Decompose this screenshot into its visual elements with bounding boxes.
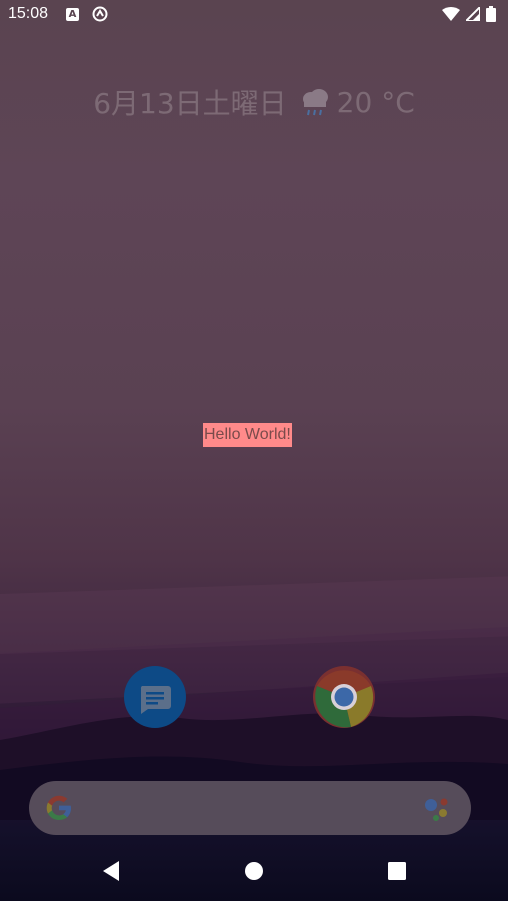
back-button[interactable] xyxy=(91,851,131,891)
battery-icon xyxy=(486,6,496,22)
recents-button[interactable] xyxy=(377,851,417,891)
messages-app-icon[interactable] xyxy=(124,666,186,728)
at-a-glance[interactable]: 6月13日土曜日 20 °C xyxy=(0,82,508,122)
hello-world-text: Hello World! xyxy=(203,423,292,447)
status-time: 15:08 xyxy=(8,5,49,22)
back-icon xyxy=(103,861,120,881)
home-screen: 15:08 A 6月13日土曜日 20 °C Hello World! xyxy=(0,0,508,901)
temperature-text: 20 °C xyxy=(336,85,415,119)
chrome-icon xyxy=(313,666,375,728)
status-bar: 15:08 A xyxy=(0,0,508,30)
home-button[interactable] xyxy=(234,851,274,891)
notification-a-icon: A xyxy=(66,8,79,21)
google-search-bar[interactable] xyxy=(29,781,471,835)
chrome-app-icon[interactable] xyxy=(313,666,375,728)
date-text[interactable]: 6月13日土曜日 xyxy=(93,82,286,122)
home-icon xyxy=(244,862,263,880)
rain-cloud-icon xyxy=(302,89,328,116)
sync-icon xyxy=(92,6,108,22)
status-icons xyxy=(442,6,496,22)
google-g-icon xyxy=(46,795,71,820)
navigation-bar xyxy=(0,841,508,901)
signal-icon xyxy=(466,7,480,21)
messages-icon xyxy=(140,686,171,714)
wifi-icon xyxy=(442,6,460,21)
google-assistant-icon[interactable] xyxy=(423,796,451,822)
recents-icon xyxy=(387,862,406,880)
weather[interactable]: 20 °C xyxy=(301,86,415,119)
